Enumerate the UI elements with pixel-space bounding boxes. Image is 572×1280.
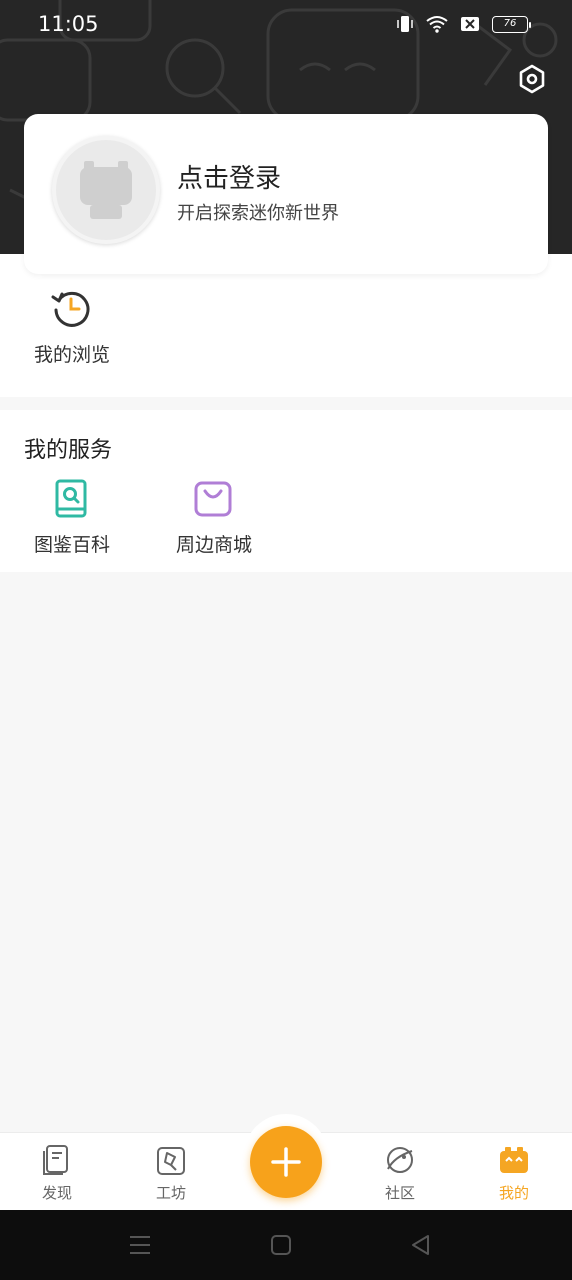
service-label: 周边商城 xyxy=(175,534,252,556)
menu-icon[interactable] xyxy=(127,1232,153,1258)
sim-off-icon xyxy=(461,17,479,31)
back-icon[interactable] xyxy=(408,1232,434,1258)
nav-workshop[interactable]: 工坊 xyxy=(131,1141,211,1205)
encyclopedia-book-icon xyxy=(55,479,87,518)
workshop-icon xyxy=(157,1147,185,1175)
status-time: 11:05 xyxy=(38,12,99,36)
login-card[interactable]: 点击登录 开启探索迷你新世界 xyxy=(24,114,548,274)
home-icon[interactable] xyxy=(268,1232,294,1258)
vibrate-icon xyxy=(397,16,413,32)
status-bar: 11:05 76 xyxy=(0,0,572,50)
wifi-icon xyxy=(426,16,448,33)
shopping-bag-icon xyxy=(194,481,232,517)
history-clock-icon xyxy=(51,291,90,327)
nav-discover[interactable]: 发现 xyxy=(17,1141,97,1205)
history-button[interactable]: 我的浏览 xyxy=(24,288,120,368)
nav-community[interactable]: 社区 xyxy=(360,1141,440,1205)
services-section: 我的服务 图鉴百科 周边商城 xyxy=(0,410,572,572)
settings-hex-icon xyxy=(519,64,545,94)
nav-label: 工坊 xyxy=(155,1184,186,1202)
battery-icon: 76 xyxy=(492,15,531,33)
status-icons: 76 xyxy=(396,14,531,34)
settings-button[interactable] xyxy=(516,63,548,95)
nav-label: 社区 xyxy=(384,1184,415,1202)
default-avatar-icon xyxy=(80,161,132,219)
services-title: 我的服务 xyxy=(24,438,113,463)
history-label: 我的浏览 xyxy=(33,344,110,366)
nav-label: 发现 xyxy=(41,1184,72,1202)
discover-icon xyxy=(43,1145,68,1175)
plus-icon xyxy=(271,1147,301,1177)
service-shop[interactable]: 周边商城 xyxy=(164,478,264,558)
community-planet-icon xyxy=(387,1147,413,1173)
service-encyclopedia[interactable]: 图鉴百科 xyxy=(22,478,122,558)
avatar[interactable] xyxy=(52,136,160,244)
login-subtitle: 开启探索迷你新世界 xyxy=(177,203,339,224)
nav-mine[interactable]: 我的 xyxy=(474,1141,554,1205)
mine-icon xyxy=(500,1147,528,1173)
create-button[interactable] xyxy=(250,1126,322,1198)
service-label: 图鉴百科 xyxy=(33,534,110,556)
nav-label: 我的 xyxy=(498,1184,529,1202)
system-nav-bar xyxy=(0,1210,572,1280)
login-title[interactable]: 点击登录 xyxy=(177,158,281,195)
